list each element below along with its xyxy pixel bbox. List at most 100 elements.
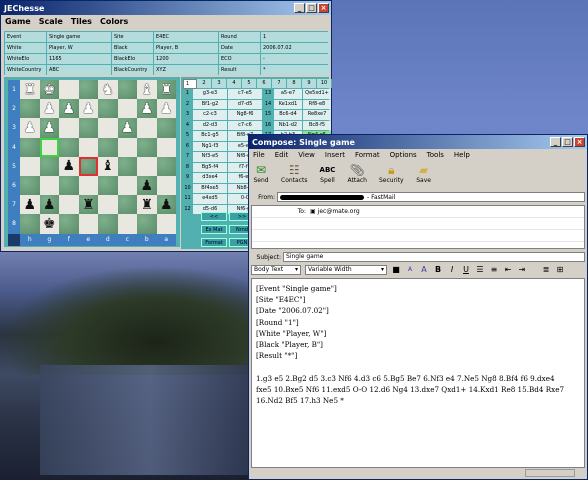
compose-titlebar[interactable]: Compose: Single game _ □ ×	[249, 135, 587, 149]
bold-icon[interactable]: B	[433, 265, 443, 275]
black-king-icon[interactable]: ♚	[43, 217, 56, 231]
underline-icon[interactable]: U	[461, 265, 471, 275]
board-square[interactable]: ♟	[78, 99, 98, 119]
indent-icon[interactable]: ⇥	[517, 265, 527, 275]
recipient-row[interactable]: To: ▣ jec@mate.org	[252, 206, 584, 218]
move-page-tab[interactable]: 6	[257, 79, 272, 88]
board-square[interactable]	[98, 118, 118, 138]
board-square[interactable]: ♟	[117, 118, 137, 138]
board-square[interactable]	[78, 214, 98, 234]
move-cell[interactable]: e4xd5	[193, 194, 227, 204]
subject-field[interactable]: Single game	[283, 252, 585, 262]
board-square[interactable]	[117, 99, 137, 119]
recipient-value[interactable]: jec@mate.org	[318, 208, 360, 215]
black-rook-icon[interactable]: ♜	[140, 198, 153, 212]
board-square[interactable]	[137, 118, 157, 138]
font-select[interactable]: Variable Width ▾	[305, 264, 387, 275]
board-square[interactable]	[98, 195, 118, 215]
board-square[interactable]	[117, 156, 137, 176]
chess-board[interactable]: 1 ♜ ♚ ♞ ♝ ♜ 2 ♟ ♟ ♟ ♟ ♟ 3 ♟ ♟ ♟ 4 5 ♟ ♝ 6 ♟ 7 ♟ ♟ ♜ ♜ ♟ 8 ♚ h g f e d c b a	[8, 80, 176, 246]
board-square[interactable]: ♟	[59, 156, 79, 176]
board-square[interactable]	[117, 137, 137, 157]
text-color-icon[interactable]: ■	[391, 265, 401, 275]
bullet-list-icon[interactable]: ☰	[475, 265, 485, 275]
font-larger-icon[interactable]: A	[419, 265, 429, 275]
board-square[interactable]	[98, 214, 118, 234]
move-cell[interactable]: Bc6-d4	[274, 110, 302, 120]
board-square[interactable]	[98, 99, 118, 119]
menu-insert[interactable]: Insert	[325, 151, 345, 159]
menu-edit[interactable]: Edit	[275, 151, 289, 159]
white-pawn-icon[interactable]: ♟	[82, 102, 95, 116]
board-square[interactable]	[39, 137, 59, 157]
move-cell[interactable]: Bg5-f4	[193, 162, 227, 172]
board-square[interactable]	[156, 156, 176, 176]
recipient-list[interactable]: To: ▣ jec@mate.org	[251, 205, 585, 249]
board-square[interactable]: ♞	[98, 80, 118, 100]
outdent-icon[interactable]: ⇤	[503, 265, 513, 275]
black-pawn-icon[interactable]: ♟	[43, 198, 56, 212]
white-pawn-icon[interactable]: ♟	[23, 121, 36, 135]
white-king-icon[interactable]: ♚	[43, 83, 56, 97]
board-square[interactable]	[156, 214, 176, 234]
board-square[interactable]	[59, 214, 79, 234]
board-square[interactable]: ♜	[78, 195, 98, 215]
board-square[interactable]	[117, 80, 137, 100]
move-cell[interactable]: Rf8-e8	[303, 99, 331, 109]
attach-button[interactable]: 📎︎ Attach	[347, 163, 366, 184]
white-pawn-icon[interactable]: ♟	[121, 121, 134, 135]
menu-help[interactable]: Help	[454, 151, 470, 159]
board-square[interactable]: ♚	[39, 214, 59, 234]
move-page-tab[interactable]: 7	[272, 79, 287, 88]
board-square[interactable]: ♟	[156, 99, 176, 119]
menu-format[interactable]: Format	[355, 151, 380, 159]
board-square[interactable]: ♟	[137, 99, 157, 119]
board-square[interactable]	[137, 214, 157, 234]
board-square[interactable]	[20, 137, 40, 157]
move-cell[interactable]: Re8xe7	[303, 110, 331, 120]
menu-colors[interactable]: Colors	[100, 17, 128, 26]
board-square[interactable]	[137, 137, 157, 157]
move-cell[interactable]: Qe5xd1+	[303, 89, 331, 99]
board-square[interactable]: ♜	[20, 80, 40, 100]
menu-scale[interactable]: Scale	[39, 17, 63, 26]
chess-titlebar[interactable]: JEChesse _ □ ×	[1, 1, 331, 15]
move-cell[interactable]: c7-c6	[228, 120, 262, 130]
send-button[interactable]: ✉ Send	[253, 163, 269, 184]
move-page-tab[interactable]: 2	[197, 79, 212, 88]
board-square[interactable]	[78, 156, 98, 176]
board-square[interactable]	[98, 137, 118, 157]
white-pawn-icon[interactable]: ♟	[62, 102, 75, 116]
move-cell[interactable]: g3-e3	[193, 89, 227, 99]
move-cell[interactable]: Bf1-g2	[193, 99, 227, 109]
board-square[interactable]: ♝	[98, 156, 118, 176]
move-cell[interactable]: d7-d5	[228, 99, 262, 109]
board-square[interactable]	[117, 214, 137, 234]
board-square[interactable]: ♟	[59, 99, 79, 119]
move-cell[interactable]: Bf4xe5	[193, 183, 227, 193]
board-square[interactable]	[117, 195, 137, 215]
move-cell[interactable]: d3xe4	[193, 173, 227, 183]
board-square[interactable]	[59, 137, 79, 157]
board-square[interactable]: ♜	[156, 80, 176, 100]
close-icon[interactable]: ×	[574, 137, 585, 147]
menu-options[interactable]: Options	[390, 151, 417, 159]
board-square[interactable]: ♟	[20, 195, 40, 215]
move-cell[interactable]: Ng8-f6	[228, 110, 262, 120]
from-select[interactable]: - FastMail	[277, 192, 585, 202]
white-pawn-icon[interactable]: ♟	[160, 102, 173, 116]
move-page-tab[interactable]: 3	[212, 79, 227, 88]
board-square[interactable]	[137, 156, 157, 176]
move-page-tab[interactable]: 5	[242, 79, 257, 88]
insert-icon[interactable]: ⊞	[555, 265, 565, 275]
move-cell[interactable]: c2-c3	[193, 110, 227, 120]
black-rook-icon[interactable]: ♜	[82, 198, 95, 212]
move-cell[interactable]: Nf3-e5	[193, 152, 227, 162]
menu-view[interactable]: View	[298, 151, 315, 159]
board-square[interactable]	[156, 175, 176, 196]
move-cell[interactable]: d2-d3	[193, 120, 227, 130]
format-button[interactable]: Format	[201, 238, 227, 247]
board-square[interactable]: ♜	[137, 195, 157, 215]
board-square[interactable]: ♟	[137, 175, 157, 196]
board-square[interactable]	[78, 137, 98, 157]
